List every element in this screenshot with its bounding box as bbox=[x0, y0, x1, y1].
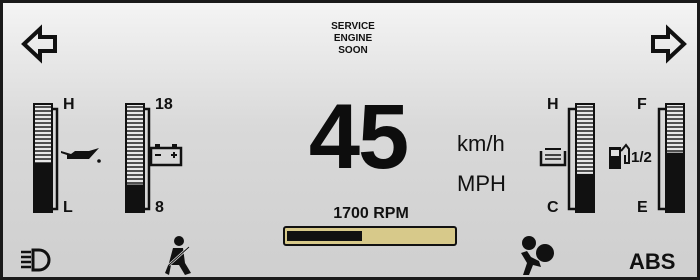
rpm-label: 1700 RPM bbox=[333, 205, 409, 222]
headlight-icon bbox=[21, 248, 51, 272]
gauge-fill bbox=[127, 184, 143, 211]
oil-temp-low-label: L bbox=[63, 199, 73, 216]
rpm-bar-fill bbox=[287, 231, 362, 241]
gauge-fill bbox=[667, 152, 683, 211]
battery-low-label: 8 bbox=[155, 199, 164, 216]
fuel-empty-label: E bbox=[637, 199, 648, 216]
oil-temp-bar bbox=[33, 103, 53, 213]
airbag-icon bbox=[521, 236, 554, 275]
seatbelt-icon bbox=[165, 236, 191, 275]
fuel-full-label: F bbox=[637, 96, 647, 113]
battery-icon bbox=[149, 144, 183, 167]
coolant-temp-bar bbox=[575, 103, 595, 213]
fuel-pump-icon bbox=[609, 143, 630, 169]
abs-indicator: ABS bbox=[629, 249, 676, 274]
warning-line-3: SOON bbox=[338, 45, 368, 56]
left-turn-arrow-icon bbox=[21, 24, 57, 64]
coolant-icon bbox=[539, 148, 567, 167]
gauge-fill bbox=[577, 173, 593, 211]
battery-high-label: 18 bbox=[155, 96, 173, 113]
warning-line-2: ENGINE bbox=[333, 33, 373, 44]
fuel-bracket bbox=[657, 107, 665, 211]
instrument-cluster: SERVICE ENGINE SOON H L 18 8 45 km/h MPH… bbox=[0, 0, 700, 280]
oil-can-icon bbox=[61, 148, 101, 163]
right-turn-arrow-icon bbox=[651, 24, 687, 64]
speed-unit-metric: km/h bbox=[457, 131, 505, 156]
rpm-bar bbox=[283, 226, 457, 246]
fuel-half-label: 1/2 bbox=[631, 149, 652, 166]
warning-line-1: SERVICE bbox=[331, 21, 375, 32]
battery-bar bbox=[125, 103, 145, 213]
oil-temp-high-label: H bbox=[63, 96, 75, 113]
speed-readout: 45 bbox=[308, 86, 409, 188]
coolant-low-label: C bbox=[547, 199, 559, 216]
speed-unit-imperial: MPH bbox=[457, 171, 506, 196]
service-engine-warning: SERVICE ENGINE SOON bbox=[303, 21, 403, 57]
fuel-bar bbox=[665, 103, 685, 213]
gauge-fill bbox=[35, 163, 51, 211]
coolant-high-label: H bbox=[547, 96, 559, 113]
